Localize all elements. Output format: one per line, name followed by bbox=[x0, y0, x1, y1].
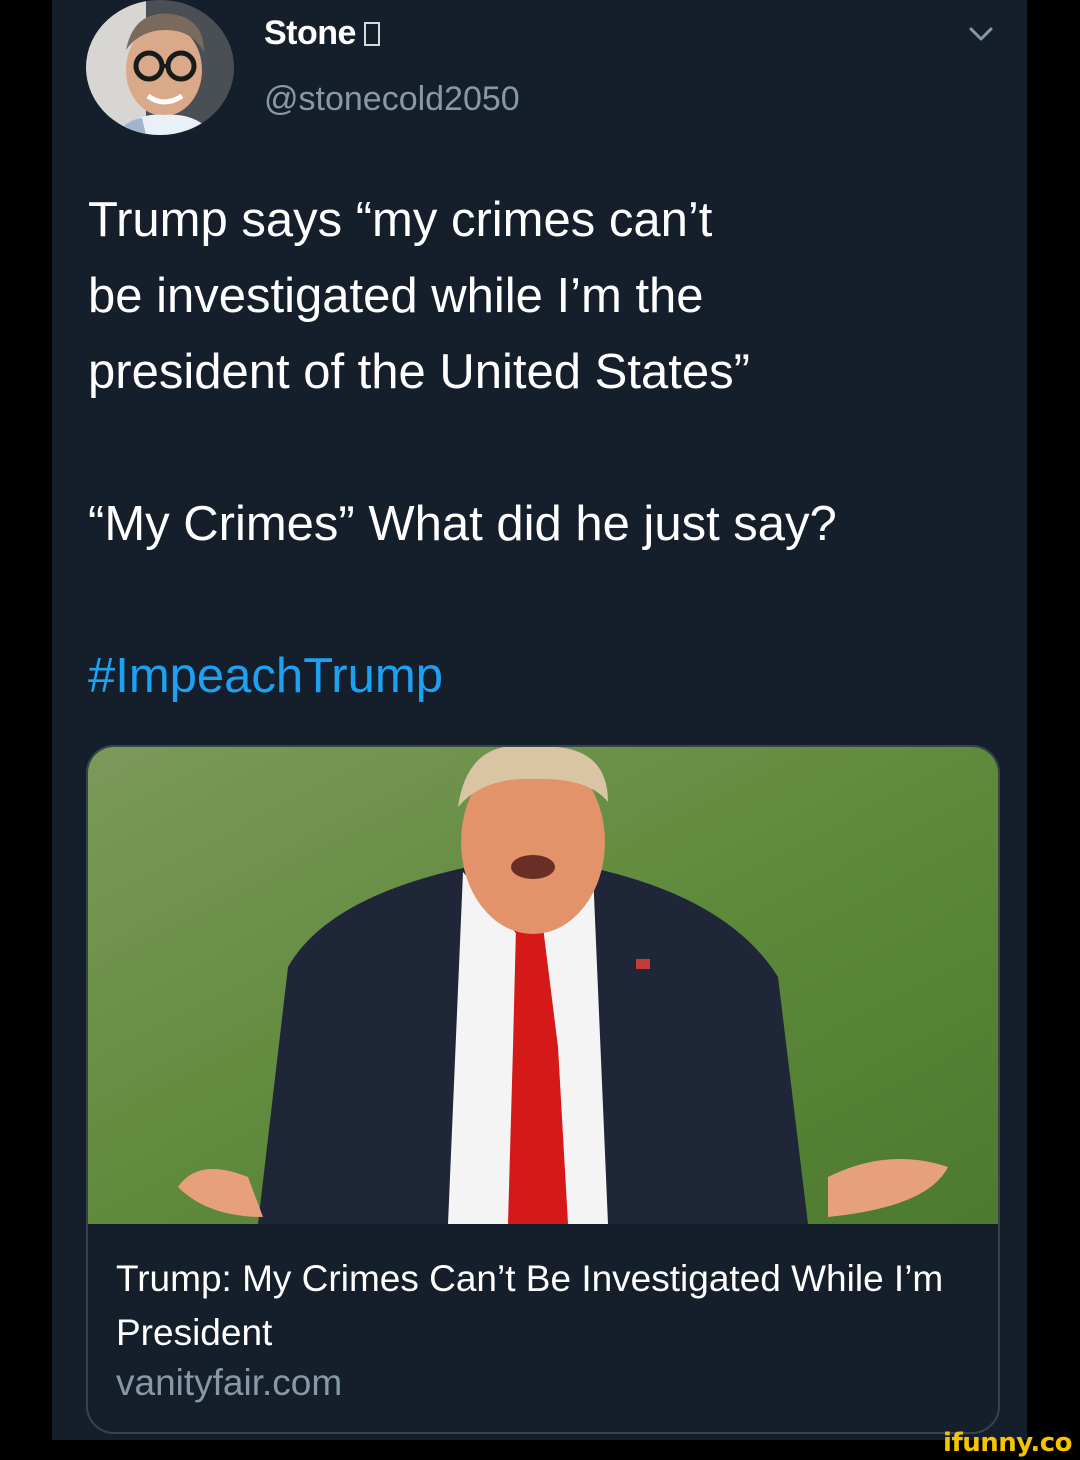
tweet-text-line: president of the United States” bbox=[88, 345, 750, 399]
emoji-placeholder-icon bbox=[363, 22, 380, 46]
tweet-text-line: Trump says “my crimes can’t bbox=[88, 193, 713, 247]
card-domain: vanityfair.com bbox=[116, 1362, 343, 1403]
tweet-text-line: be investigated while I’m the bbox=[88, 269, 704, 323]
user-handle[interactable]: @stonecold2050 bbox=[264, 80, 520, 119]
tweet-text-line: “My Crimes” What did he just say? bbox=[88, 497, 837, 551]
ifunny-watermark: ifunny.co bbox=[943, 1428, 1072, 1458]
avatar[interactable] bbox=[86, 0, 234, 135]
screenshot-frame: Stone @stonecold2050 Trump says “my crim… bbox=[0, 0, 1080, 1460]
display-name-text: Stone bbox=[264, 14, 356, 52]
card-title: Trump: My Crimes Can’t Be Investigated W… bbox=[116, 1258, 944, 1353]
hashtag-link[interactable]: #ImpeachTrump bbox=[88, 638, 1008, 714]
tweet: Stone @stonecold2050 Trump says “my crim… bbox=[52, 0, 1027, 1440]
link-card[interactable]: Trump: My Crimes Can’t Be Investigated W… bbox=[86, 745, 1000, 1434]
chevron-down-icon[interactable] bbox=[967, 22, 995, 46]
card-image bbox=[88, 747, 998, 1224]
display-name[interactable]: Stone bbox=[264, 14, 380, 53]
tweet-body: Trump says “my crimes can’t be investiga… bbox=[88, 182, 1008, 714]
